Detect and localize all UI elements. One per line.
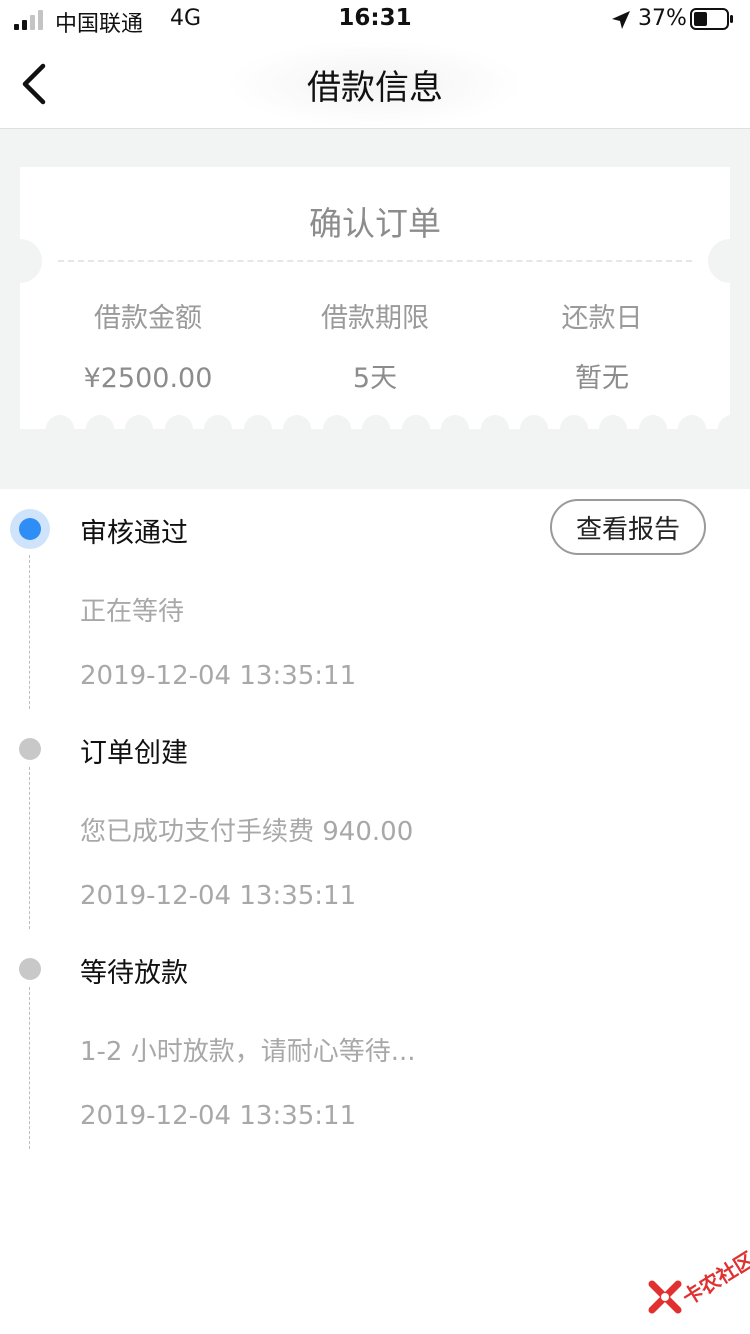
ticket-scallop [401, 415, 430, 429]
timeline-time: 2019-12-04 13:35:11 [80, 661, 357, 691]
ticket-scallop [480, 415, 509, 429]
ticket-scallop [243, 415, 272, 429]
ticket-notch-left [20, 239, 42, 283]
timeline-time: 2019-12-04 13:35:11 [80, 881, 357, 911]
status-bar: 中国联通 4G 16:31 37% [0, 0, 750, 40]
timeline-dot [19, 738, 41, 760]
loan-amount-label: 借款金额 [94, 303, 202, 334]
ticket-scallop [362, 415, 390, 429]
timeline-desc: 1-2 小时放款，请耐心等待... [80, 1037, 416, 1067]
watermark-text: 卡农社区 [678, 1246, 750, 1310]
ticket-scallop [46, 415, 74, 429]
timeline-desc: 您已成功支付手续费 940.00 [80, 817, 414, 847]
ticket-notch-right [708, 239, 730, 283]
ticket-scallop [599, 415, 627, 429]
page-title: 借款信息 [307, 68, 443, 108]
timeline-title: 等待放款 [80, 958, 188, 989]
ticket-scallop [85, 415, 114, 429]
timeline-title: 审核通过 [80, 518, 188, 549]
watermark: 卡农社区 [640, 1240, 750, 1320]
ticket-title: 确认订单 [309, 204, 441, 243]
ticket-scallop [520, 415, 548, 429]
timeline-connector [29, 767, 30, 929]
repayment-date-value: 暂无 [575, 363, 629, 394]
ticket-scalloped-edge [20, 415, 730, 429]
loan-term-label: 借款期限 [321, 303, 429, 334]
timeline-time: 2019-12-04 13:35:11 [80, 1101, 357, 1131]
ticket-scallop [204, 415, 232, 429]
timeline-connector [29, 555, 30, 709]
location-arrow-icon [612, 11, 630, 29]
ticket-scallop [559, 415, 588, 429]
ticket-scallop [638, 415, 667, 429]
timeline-dot [19, 958, 41, 980]
timeline-dot-active [10, 509, 50, 549]
ticket-scallop [322, 415, 351, 429]
ticket-scallop [717, 415, 730, 429]
timeline-connector [29, 987, 30, 1149]
repayment-date-column: 还款日 暂无 [484, 299, 720, 399]
timeline-title: 订单创建 [80, 738, 188, 769]
order-summary-section: 确认订单 借款金额 ¥2500.00 借款期限 5天 还款日 暂无 [0, 129, 750, 489]
ticket-scallop [283, 415, 311, 429]
nav-bar: 借款信息 [0, 40, 750, 129]
ticket-scallop [125, 415, 153, 429]
loan-amount-column: 借款金额 ¥2500.00 [30, 299, 266, 399]
ticket-scallop [441, 415, 469, 429]
repayment-date-label: 还款日 [561, 303, 643, 334]
loan-term-value: 5天 [352, 363, 398, 394]
view-report-button[interactable]: 查看报告 [550, 499, 706, 555]
battery-icon [690, 8, 733, 30]
ticket-divider [58, 260, 692, 262]
order-ticket-card: 确认订单 借款金额 ¥2500.00 借款期限 5天 还款日 暂无 [20, 167, 730, 429]
battery-percent: 37% [638, 6, 687, 31]
ticket-scallop [164, 415, 193, 429]
timeline-desc: 正在等待 [80, 597, 185, 627]
ticket-scallop [678, 415, 706, 429]
loan-amount-value: ¥2500.00 [83, 363, 213, 394]
loan-term-column: 借款期限 5天 [257, 299, 493, 399]
